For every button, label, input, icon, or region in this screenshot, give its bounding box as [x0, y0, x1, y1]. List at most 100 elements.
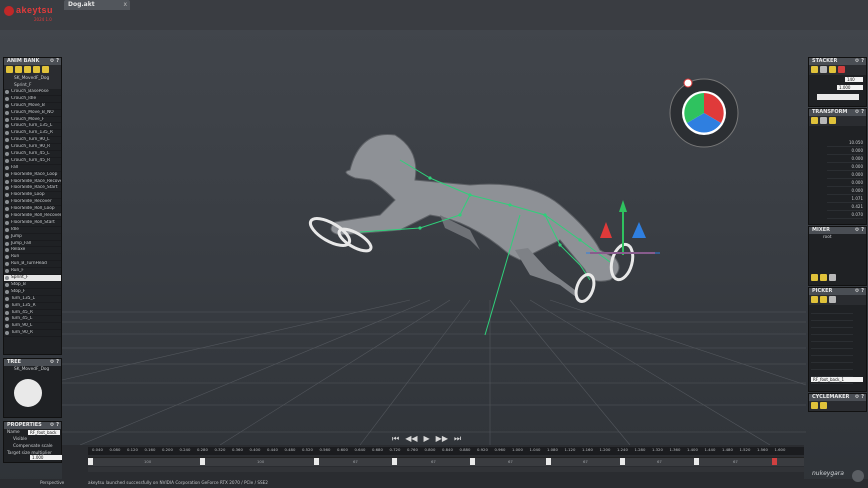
mixer-entry[interactable]: root: [809, 234, 866, 241]
anim-list-item[interactable]: Jump: [4, 234, 61, 241]
go-end-icon[interactable]: ⏭: [454, 434, 461, 444]
skeleton-entry[interactable]: SK_MovedF_Dog: [6, 76, 59, 82]
anim-list-item[interactable]: Crouch_Move_F: [4, 117, 61, 124]
anim-list-item[interactable]: FloorSlide_Roll_Start: [4, 220, 61, 227]
mixer-add-icon[interactable]: [811, 274, 818, 281]
picker-add-icon[interactable]: [811, 296, 818, 303]
document-tab[interactable]: Dog.akt x: [64, 0, 130, 10]
transform-value[interactable]: 0.000: [827, 187, 863, 195]
anim-list-item[interactable]: Run_F: [4, 268, 61, 276]
anim-list-item[interactable]: Crouch_Turn_135_L: [4, 123, 61, 131]
3d-viewport[interactable]: [0, 0, 868, 488]
anim-list-item[interactable]: Relaxe: [4, 247, 61, 255]
transform-value[interactable]: 0.000: [827, 155, 863, 163]
name-field[interactable]: RF_foot_back: [28, 430, 60, 435]
anim-list-item[interactable]: FloorSlide_Race_Loop: [4, 172, 61, 179]
tab-close-icon[interactable]: x: [123, 1, 127, 8]
timeline-key[interactable]: [470, 458, 475, 465]
anim-bank-gear-icon[interactable]: ⚙ ?: [50, 58, 59, 65]
cycle-settings-icon[interactable]: [820, 402, 827, 409]
transform-value[interactable]: 0.000: [827, 179, 863, 187]
transform-value[interactable]: 0.000: [827, 163, 863, 171]
timeline-key[interactable]: [546, 458, 551, 465]
transform-value[interactable]: 0.000: [827, 147, 863, 155]
stacker-key-icon[interactable]: [829, 66, 836, 73]
transform-value[interactable]: 1.071: [827, 195, 863, 203]
rotate-tool-icon[interactable]: [820, 117, 827, 124]
transform-value[interactable]: 0.421: [827, 203, 863, 211]
timeline-key[interactable]: [314, 458, 319, 465]
anim-list-item[interactable]: FloorSlide_Race_Start: [4, 185, 61, 193]
transform-value[interactable]: 0.000: [827, 171, 863, 179]
anim-list-item[interactable]: FloorSlide_Recover: [4, 199, 61, 207]
cyclemaker-gear-icon[interactable]: ⚙ ?: [855, 394, 864, 401]
properties-gear-icon[interactable]: ⚙ ?: [50, 422, 59, 429]
picker-edit-icon[interactable]: [820, 296, 827, 303]
anim-list[interactable]: Crouch_BasePose Crouch_Idle Crouch_Move_B C…: [4, 89, 61, 338]
timeline-scroll-track[interactable]: [88, 467, 804, 472]
tree-entry[interactable]: SK_MovedF_Dog: [4, 366, 61, 373]
mixer-gear-icon[interactable]: ⚙ ?: [855, 227, 864, 234]
paste-anim-icon[interactable]: [33, 66, 40, 73]
anim-list-item[interactable]: Turn_90_R: [4, 330, 61, 338]
stacker-delete-icon[interactable]: [838, 66, 845, 73]
timeline-key[interactable]: [694, 458, 699, 465]
anim-list-item[interactable]: FloorSlide_Race_Recover: [4, 179, 61, 186]
anim-list-item[interactable]: Run: [4, 254, 61, 262]
timeline-ruler[interactable]: 0.040 0.080 0.120 0.160 0.200 0.240 0.280 0.320…: [88, 447, 804, 455]
stacker-layer-icon[interactable]: [820, 66, 827, 73]
anim-list-item[interactable]: Turn_135_L: [4, 296, 61, 303]
anim-list-item[interactable]: Crouch_Turn_45_L: [4, 151, 61, 158]
picker-view-icon[interactable]: [829, 296, 836, 303]
anim-list-item[interactable]: Stop_B: [4, 282, 61, 289]
picker-selected-bone[interactable]: RF_foot_back_1: [811, 377, 863, 382]
anim-list-item[interactable]: Crouch_Turn_135_R: [4, 130, 61, 138]
anim-list-item[interactable]: Crouch_Idle: [4, 96, 61, 103]
anim-list-item[interactable]: Crouch_Turn_90_L: [4, 137, 61, 145]
compensate-row[interactable]: Compensate scale: [4, 443, 61, 450]
anim-list-item[interactable]: Turn_90_L: [4, 323, 61, 331]
transform-value[interactable]: 10.050: [827, 139, 863, 147]
folder-icon[interactable]: [15, 66, 22, 73]
play-icon[interactable]: ▶: [424, 434, 430, 444]
anim-list-item[interactable]: Jump_Fall: [4, 241, 61, 248]
anim-list-item[interactable]: Crouch_Move_B: [4, 103, 61, 110]
picker-bone-list[interactable]: [811, 307, 853, 384]
stacker-slider[interactable]: [817, 94, 859, 100]
timeline-key[interactable]: [392, 458, 397, 465]
anim-list-item[interactable]: Stop_F: [4, 289, 61, 296]
timeline-key[interactable]: [200, 458, 205, 465]
stacker-value-field[interactable]: 140: [845, 77, 863, 82]
transform-value[interactable]: 0.070: [827, 211, 863, 219]
step-forward-icon[interactable]: ▶▶: [436, 434, 448, 444]
anim-list-item[interactable]: Fall: [4, 165, 61, 172]
move-tool-icon[interactable]: [811, 117, 818, 124]
target-size-field[interactable]: 1.000: [30, 455, 62, 460]
anim-list-item[interactable]: Crouch_Move_B_NO: [4, 110, 61, 117]
visible-row[interactable]: Visible: [4, 436, 61, 443]
cycle-icon[interactable]: [811, 402, 818, 409]
stacker-add-icon[interactable]: [811, 66, 818, 73]
anim-list-item[interactable]: Crouch_Turn_45_R: [4, 158, 61, 165]
add-anim-icon[interactable]: [6, 66, 13, 73]
stacker-gear-icon[interactable]: ⚙ ?: [855, 58, 864, 65]
anim-list-item[interactable]: FloorSlide_Loop: [4, 192, 61, 200]
transform-gear-icon[interactable]: ⚙ ?: [855, 109, 864, 116]
anim-list-item[interactable]: FloorSlide_Roll_Recover: [4, 213, 61, 220]
nukeygara-logo-icon[interactable]: [852, 470, 864, 482]
copy-anim-icon[interactable]: [24, 66, 31, 73]
scale-tool-icon[interactable]: [829, 117, 836, 124]
mixer-edit-icon[interactable]: [820, 274, 827, 281]
anim-list-item[interactable]: FloorSlide_Roll_Loop: [4, 206, 61, 214]
timeline-key-track[interactable]: 100 100 67 67 67 67 67 67: [88, 457, 804, 466]
picker-gear-icon[interactable]: ⚙ ?: [855, 288, 864, 295]
anim-list-item[interactable]: Turn_135_R: [4, 303, 61, 310]
tree-gear-icon[interactable]: ⚙ ?: [50, 359, 59, 366]
anim-list-item[interactable]: Sprint_F: [4, 275, 61, 282]
timeline-key[interactable]: [620, 458, 625, 465]
mixer-remove-icon[interactable]: [829, 274, 836, 281]
stacker-time-field[interactable]: 1.000: [837, 85, 863, 90]
anim-list-item[interactable]: Turn_45_L: [4, 316, 61, 324]
step-back-icon[interactable]: ◀◀: [405, 434, 417, 444]
timeline-key[interactable]: [88, 458, 93, 465]
